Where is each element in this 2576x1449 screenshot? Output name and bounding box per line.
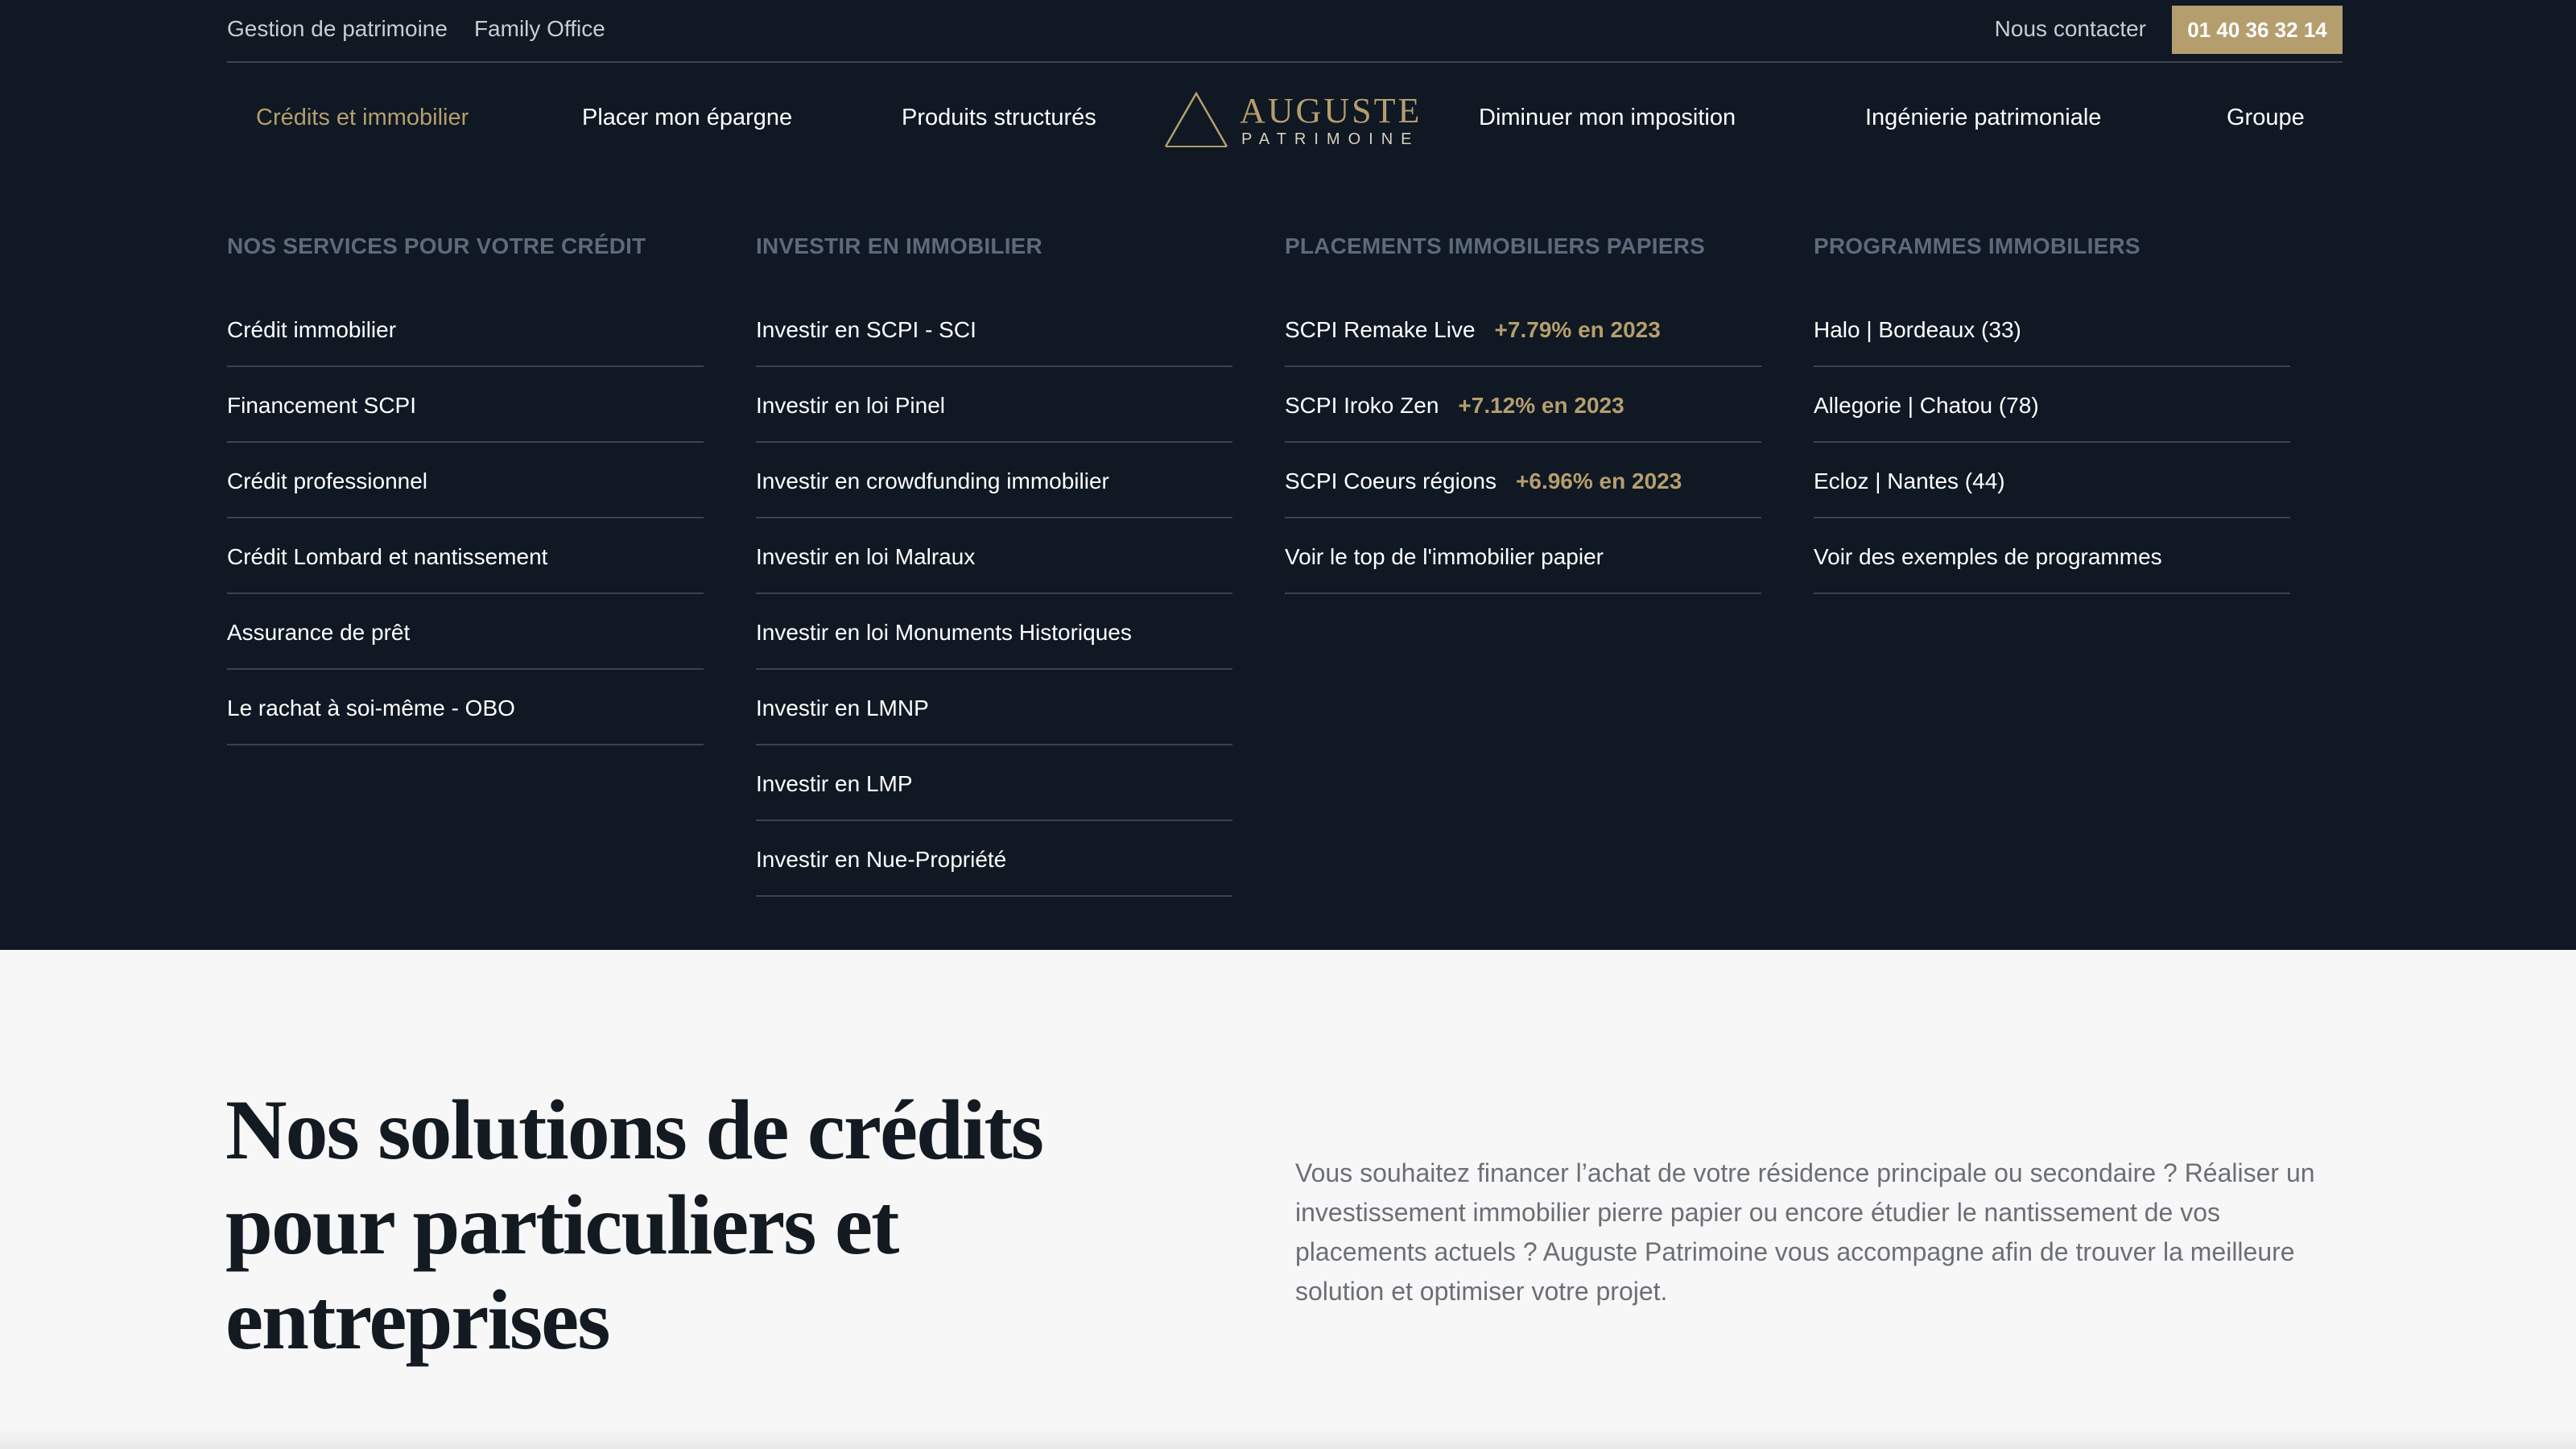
nav-produits-structures[interactable]: Produits structurés (902, 105, 1096, 131)
logo-triangle-icon (1164, 91, 1228, 147)
menu-item[interactable]: Investir en Nue-Propriété (756, 821, 1232, 897)
menu-item[interactable]: Allegorie | Chatou (78) (1814, 367, 2290, 443)
column-heading: NOS SERVICES POUR VOTRE CRÉDIT (227, 233, 646, 258)
menu-item-label: Voir le top de l'immobilier papier (1285, 544, 1604, 569)
menu-item[interactable]: Crédit professionnel (227, 443, 704, 518)
menu-item[interactable]: Halo | Bordeaux (33) (1814, 291, 2290, 367)
column-heading: INVESTIR EN IMMOBILIER (756, 233, 1042, 258)
menu-item[interactable]: Assurance de prêt (227, 594, 704, 670)
menu-item[interactable]: Investir en loi Pinel (756, 367, 1232, 443)
menu-column-credit: NOS SERVICES POUR VOTRE CRÉDIT Crédit im… (227, 233, 704, 745)
scpi-name: SCPI Iroko Zen (1285, 393, 1439, 418)
menu-item-voir-top[interactable]: Voir le top de l'immobilier papier (1285, 518, 1761, 594)
menu-column-programmes: PROGRAMMES IMMOBILIERS Halo | Bordeaux (… (1814, 233, 2290, 594)
menu-item-scpi[interactable]: SCPI Remake Live +7.79% en 2023 (1285, 291, 1761, 367)
phone-button[interactable]: 01 40 36 32 14 (2172, 6, 2343, 54)
menu-item[interactable]: Investir en LMP (756, 745, 1232, 821)
nav-credits-immobilier[interactable]: Crédits et immobilier (256, 105, 469, 131)
menu-item[interactable]: Crédit Lombard et nantissement (227, 518, 704, 594)
scpi-performance: +7.79% en 2023 (1494, 317, 1661, 342)
logo[interactable]: AUGUSTE PATRIMOINE (1164, 89, 1419, 150)
scpi-performance: +6.96% en 2023 (1516, 469, 1682, 493)
menu-item[interactable]: Ecloz | Nantes (44) (1814, 443, 2290, 518)
menu-item[interactable]: Investir en loi Malraux (756, 518, 1232, 594)
nav-diminuer-imposition[interactable]: Diminuer mon imposition (1479, 105, 1736, 131)
section-intro: Vous souhaitez financer l’achat de votre… (1295, 1158, 2315, 1306)
menu-item[interactable]: Investir en LMNP (756, 670, 1232, 745)
nav-ingenierie-patrimoniale[interactable]: Ingénierie patrimoniale (1865, 105, 2101, 131)
menu-item[interactable]: Voir des exemples de programmes (1814, 518, 2290, 594)
menu-column-investir: INVESTIR EN IMMOBILIER Investir en SCPI … (756, 233, 1232, 897)
menu-item[interactable]: Investir en crowdfunding immobilier (756, 443, 1232, 518)
card-shadow (0, 1426, 2576, 1449)
utility-links: Gestion de patrimoine Family Office (227, 16, 605, 42)
scpi-name: SCPI Remake Live (1285, 317, 1476, 342)
menu-item[interactable]: Investir en SCPI - SCI (756, 291, 1232, 367)
menu-column-placements: PLACEMENTS IMMOBILIERS PAPIERS SCPI Rema… (1285, 233, 1761, 594)
section-title: Nos solutions de crédits pour particulie… (225, 1083, 1044, 1367)
scpi-performance: +7.12% en 2023 (1458, 393, 1624, 418)
contact-link[interactable]: Nous contacter (1995, 16, 2146, 42)
nav-groupe[interactable]: Groupe (2227, 105, 2305, 131)
scpi-name: SCPI Coeurs régions (1285, 469, 1497, 493)
menu-item[interactable]: Investir en loi Monuments Historiques (756, 594, 1232, 670)
menu-item[interactable]: Crédit immobilier (227, 291, 704, 367)
top-utility-bar: Gestion de patrimoine Family Office Nous… (227, 0, 2343, 63)
link-family-office[interactable]: Family Office (474, 16, 605, 42)
link-gestion-de-patrimoine[interactable]: Gestion de patrimoine (227, 16, 448, 42)
menu-item-scpi[interactable]: SCPI Coeurs régions +6.96% en 2023 (1285, 443, 1761, 518)
logo-name: AUGUSTE (1240, 91, 1422, 130)
column-heading: PLACEMENTS IMMOBILIERS PAPIERS (1285, 233, 1705, 258)
column-heading: PROGRAMMES IMMOBILIERS (1814, 233, 2140, 258)
logo-subtitle: PATRIMOINE (1241, 130, 1420, 148)
menu-item[interactable]: Le rachat à soi-même - OBO (227, 670, 704, 745)
nav-placer-epargne[interactable]: Placer mon épargne (582, 105, 792, 131)
menu-item-scpi[interactable]: SCPI Iroko Zen +7.12% en 2023 (1285, 367, 1761, 443)
menu-item[interactable]: Financement SCPI (227, 367, 704, 443)
